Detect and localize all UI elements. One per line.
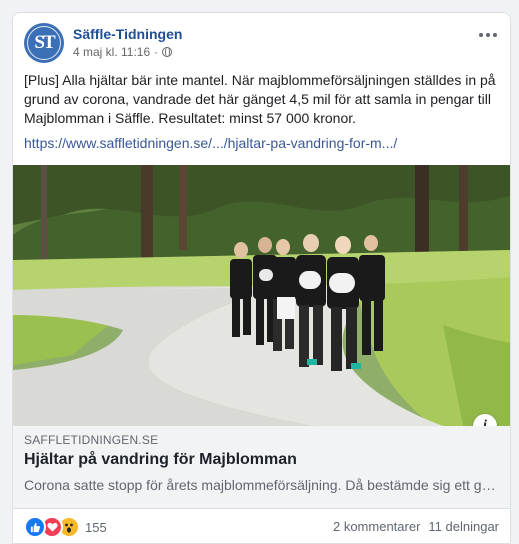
post-timestamp[interactable]: 4 maj kl. 11:16: [73, 45, 150, 59]
preview-domain: SAFFLETIDNINGEN.SE: [24, 433, 159, 447]
preview-headline[interactable]: Hjältar på vandring för Majblomman: [24, 451, 297, 469]
post-header: ST Säffle-Tidningen 4 maj kl. 11:16 ·: [24, 23, 500, 63]
engagement-stats: 2 kommentarer 11 delningar: [333, 519, 499, 534]
more-options-icon[interactable]: [476, 27, 500, 43]
post-photo[interactable]: i: [13, 165, 510, 426]
post-footer: 155 2 kommentarer 11 delningar: [24, 509, 499, 543]
post-card: ST Säffle-Tidningen 4 maj kl. 11:16 · [P…: [12, 12, 511, 544]
comments-count[interactable]: 2 kommentarer: [333, 519, 420, 534]
preview-description: Corona satte stopp för årets majblommefö…: [24, 477, 502, 493]
shares-count[interactable]: 11 delningar: [428, 519, 499, 534]
reactions-summary[interactable]: 155: [24, 516, 107, 538]
page-avatar[interactable]: ST: [24, 23, 64, 63]
reaction-count: 155: [85, 519, 107, 535]
walkers-photo: [13, 165, 510, 426]
link-preview[interactable]: SAFFLETIDNINGEN.SE Hjältar på vandring f…: [13, 426, 510, 509]
meta-separator: ·: [154, 45, 159, 59]
globe-icon[interactable]: [162, 47, 173, 57]
post-meta: 4 maj kl. 11:16 ·: [73, 45, 173, 59]
post-text: [Plus] Alla hjältar bär inte mantel. När…: [24, 72, 496, 126]
page-name-link[interactable]: Säffle-Tidningen: [73, 26, 182, 42]
post-link[interactable]: https://www.saffletidningen.se/.../hjalt…: [24, 135, 397, 151]
like-icon: [24, 516, 46, 538]
